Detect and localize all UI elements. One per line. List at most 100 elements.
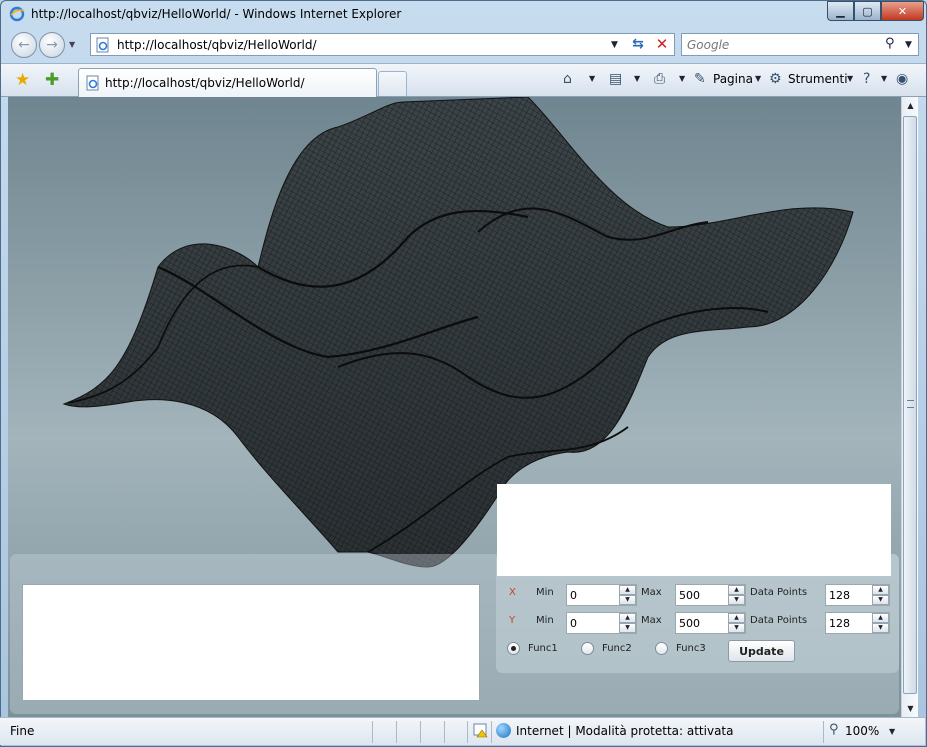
func1-label[interactable]: Func1 [528,643,558,654]
y-min-input[interactable] [567,613,617,633]
status-divider [823,721,824,743]
y-points-input[interactable] [826,613,870,633]
x-points-label: Data Points [750,587,808,598]
output-textarea[interactable] [22,584,480,701]
tools-dropdown-icon[interactable]: ▼ [847,74,853,83]
x-min-label: Min [536,587,554,598]
x-max-stepper[interactable]: ▲ ▼ [675,584,746,606]
zoom-icon[interactable]: ⚲ [829,722,839,737]
refresh-icon[interactable]: ⇆ [627,36,649,54]
x-min-up-icon[interactable]: ▲ [619,585,636,595]
status-divider [372,721,373,743]
x-min-down-icon[interactable]: ▼ [619,595,636,605]
add-favorites-icon[interactable]: ✚ [45,70,59,90]
status-divider [467,721,468,743]
home-dropdown-icon[interactable]: ▼ [589,74,595,83]
y-max-stepper[interactable]: ▲ ▼ [675,612,746,634]
y-max-down-icon[interactable]: ▼ [728,623,745,633]
search-box[interactable]: Google ⚲ ▼ [681,33,919,56]
x-min-input[interactable] [567,585,617,605]
func3-label[interactable]: Func3 [676,643,706,654]
page-icon [96,37,109,53]
address-dropdown-icon[interactable]: ▼ [611,40,618,50]
page-menu-icon[interactable]: ✎ [694,71,706,87]
search-dropdown-icon[interactable]: ▼ [905,40,912,50]
func3-radio[interactable] [655,642,668,655]
close-button[interactable]: ✕ [881,1,924,21]
protected-mode-icon[interactable] [473,722,489,738]
minimize-button[interactable]: ▁ [827,1,854,21]
page-dropdown-icon[interactable]: ▼ [755,74,761,83]
x-axis-label: X [509,587,516,598]
help-icon[interactable]: ? [863,71,870,87]
x-max-down-icon[interactable]: ▼ [728,595,745,605]
x-min-stepper[interactable]: ▲ ▼ [566,584,637,606]
research-icon[interactable]: ◉ [896,71,908,87]
y-min-stepper[interactable]: ▲ ▼ [566,612,637,634]
status-divider [396,721,397,743]
y-axis-label: Y [509,615,516,626]
home-icon[interactable]: ⌂ [563,71,572,87]
update-button[interactable]: Update [728,640,795,662]
y-points-up-icon[interactable]: ▲ [872,613,889,623]
y-max-up-icon[interactable]: ▲ [728,613,745,623]
page-menu[interactable]: Pagina [713,72,753,86]
y-min-up-icon[interactable]: ▲ [619,613,636,623]
search-icon[interactable]: ⚲ [885,36,895,51]
x-points-stepper[interactable]: ▲ ▼ [825,584,890,606]
x-max-input[interactable] [676,585,726,605]
x-max-label: Max [641,587,662,598]
print-dropdown-icon[interactable]: ▼ [679,74,685,83]
scroll-thumb[interactable] [903,116,917,694]
tab-helloworld[interactable]: http://localhost/qbviz/HelloWorld/ [78,68,377,98]
status-bar: Fine Internet | Modalità protetta: attiv… [0,717,925,745]
scroll-up-icon[interactable]: ▲ [902,97,919,114]
url-text: http://localhost/qbviz/HelloWorld/ [117,38,317,52]
navigation-bar: ← → ▼ http://localhost/qbviz/HelloWorld/… [1,29,926,63]
x-points-input[interactable] [826,585,870,605]
zoom-dropdown-icon[interactable]: ▼ [889,727,895,736]
x-points-down-icon[interactable]: ▼ [872,595,889,605]
func2-label[interactable]: Func2 [602,643,632,654]
controls-form [497,484,891,576]
title-bar: http://localhost/qbviz/HelloWorld/ - Win… [1,1,926,29]
security-zone-text[interactable]: Internet | Modalità protetta: attivata [516,724,733,738]
gear-icon[interactable]: ⚙ [769,71,782,87]
x-max-up-icon[interactable]: ▲ [728,585,745,595]
ie-logo-icon [9,6,25,22]
help-dropdown-icon[interactable]: ▼ [881,74,887,83]
search-input[interactable]: Google [687,38,729,52]
new-tab-button[interactable] [378,71,407,96]
favorites-star-icon[interactable]: ★ [15,70,30,90]
internet-zone-icon[interactable] [496,723,511,738]
y-max-input[interactable] [676,613,726,633]
scroll-down-icon[interactable]: ▼ [902,700,919,717]
y-min-down-icon[interactable]: ▼ [619,623,636,633]
vertical-scrollbar[interactable]: ▲ ▼ [901,97,918,717]
y-points-stepper[interactable]: ▲ ▼ [825,612,890,634]
feeds-icon[interactable]: ▤ [609,71,622,87]
stop-icon[interactable]: ✕ [651,35,673,53]
window-title: http://localhost/qbviz/HelloWorld/ - Win… [31,7,402,21]
status-divider [420,721,421,743]
y-points-down-icon[interactable]: ▼ [872,623,889,633]
address-bar[interactable]: http://localhost/qbviz/HelloWorld/ ▼ ⇆ ✕ [90,33,675,56]
forward-button[interactable]: → [39,32,65,58]
output-panel [10,554,899,714]
page-icon [86,75,99,91]
func1-radio[interactable] [507,642,520,655]
func2-radio[interactable] [581,642,594,655]
status-text: Fine [10,724,35,738]
zoom-level[interactable]: 100% [845,724,879,738]
tab-bar: ★ ✚ http://localhost/qbviz/HelloWorld/ ⌂… [1,63,926,98]
x-points-up-icon[interactable]: ▲ [872,585,889,595]
print-icon[interactable]: ⎙ [654,71,665,87]
tools-menu[interactable]: Strumenti [788,72,848,86]
grip-icon [907,400,914,408]
history-dropdown-icon[interactable]: ▼ [69,40,75,49]
status-divider [491,721,492,743]
back-button[interactable]: ← [11,32,37,58]
y-points-label: Data Points [750,615,808,626]
feeds-dropdown-icon[interactable]: ▼ [634,74,640,83]
maximize-button[interactable]: ▢ [854,1,881,21]
